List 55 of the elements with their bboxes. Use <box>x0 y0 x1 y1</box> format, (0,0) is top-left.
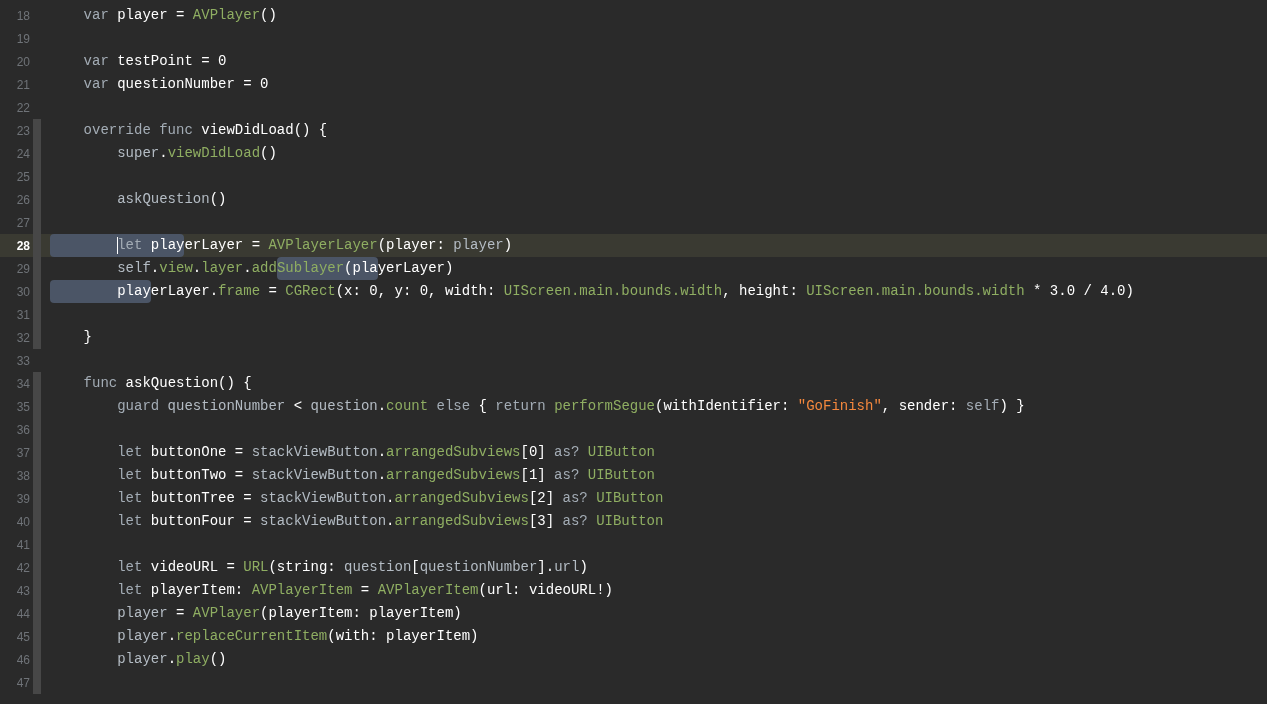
code-line[interactable]: let buttonTwo = stackViewButton.arrangedSubviews[1] as? UIButton <box>50 467 655 483</box>
line-number: 32 <box>15 329 30 347</box>
line-number: 46 <box>15 651 30 669</box>
code-line[interactable]: let playerItem: AVPlayerItem = AVPlayerItem(url: videoURL!) <box>50 582 613 598</box>
code-line[interactable]: askQuestion() <box>50 191 227 207</box>
code-line[interactable]: let playerLayer = AVPlayerLayer(player: player) <box>50 237 513 253</box>
fold-ribbon[interactable] <box>33 119 41 142</box>
line-number: 42 <box>15 559 30 577</box>
line-number: 35 <box>15 398 30 416</box>
line-number: 47 <box>15 674 30 692</box>
line-number: 43 <box>15 582 30 600</box>
line-number: 40 <box>15 513 30 531</box>
line-number: 23 <box>15 122 30 140</box>
line-number: 25 <box>15 168 30 186</box>
line-number: 18 <box>15 7 30 25</box>
line-number: 26 <box>15 191 30 209</box>
line-number: 37 <box>15 444 30 462</box>
code-line[interactable]: override func viewDidLoad() { <box>50 122 328 138</box>
line-number: 39 <box>15 490 30 508</box>
line-number: 34 <box>15 375 30 393</box>
line-number: 33 <box>15 352 30 370</box>
code-line[interactable]: } <box>50 329 92 345</box>
line-number: 21 <box>15 76 30 94</box>
code-line[interactable]: let buttonOne = stackViewButton.arrangedSubviews[0] as? UIButton <box>50 444 655 460</box>
code-line[interactable]: let buttonFour = stackViewButton.arrangedSubviews[3] as? UIButton <box>50 513 664 529</box>
code-line[interactable]: var questionNumber = 0 <box>50 76 269 92</box>
code-line[interactable]: let videoURL = URL(string: question[questionNumber].url) <box>50 559 588 575</box>
line-number: 31 <box>15 306 30 324</box>
code-line[interactable]: func askQuestion() { <box>50 375 252 391</box>
fold-ribbon[interactable] <box>33 372 41 395</box>
line-number: 24 <box>15 145 30 163</box>
code-line[interactable]: var player = AVPlayer() <box>50 7 277 23</box>
code-line[interactable]: guard questionNumber < question.count else { return performSegue(withIdentifier: "GoFinish", sender: self) } <box>50 398 1025 414</box>
code-line[interactable]: self.view.layer.addSublayer(playerLayer) <box>50 260 454 276</box>
code-line[interactable]: playerLayer.frame = CGRect(x: 0, y: 0, width: UIScreen.main.bounds.width, height: UIScreen.main.bounds.width * 3.0 / 4.0) <box>50 283 1134 299</box>
code-line[interactable]: var testPoint = 0 <box>50 53 227 69</box>
code-line[interactable]: let buttonTree = stackViewButton.arrangedSubviews[2] as? UIButton <box>50 490 664 506</box>
line-number: 44 <box>15 605 30 623</box>
code-line[interactable]: super.viewDidLoad() <box>50 145 277 161</box>
line-number: 20 <box>15 53 30 71</box>
line-number: 22 <box>15 99 30 117</box>
line-number: 19 <box>15 30 30 48</box>
line-number: 36 <box>15 421 30 439</box>
line-number: 29 <box>15 260 30 278</box>
line-number: 38 <box>15 467 30 485</box>
line-number: 45 <box>15 628 30 646</box>
code-line[interactable]: player.replaceCurrentItem(with: playerItem) <box>50 628 479 644</box>
line-number: 41 <box>15 536 30 554</box>
line-number: 30 <box>15 283 30 301</box>
fold-ribbon[interactable] <box>33 326 41 349</box>
line-number: 28 <box>15 237 30 255</box>
code-line[interactable]: player.play() <box>50 651 227 667</box>
line-number: 27 <box>15 214 30 232</box>
fold-ribbon[interactable] <box>33 671 41 694</box>
code-line[interactable]: player = AVPlayer(playerItem: playerItem) <box>50 605 462 621</box>
